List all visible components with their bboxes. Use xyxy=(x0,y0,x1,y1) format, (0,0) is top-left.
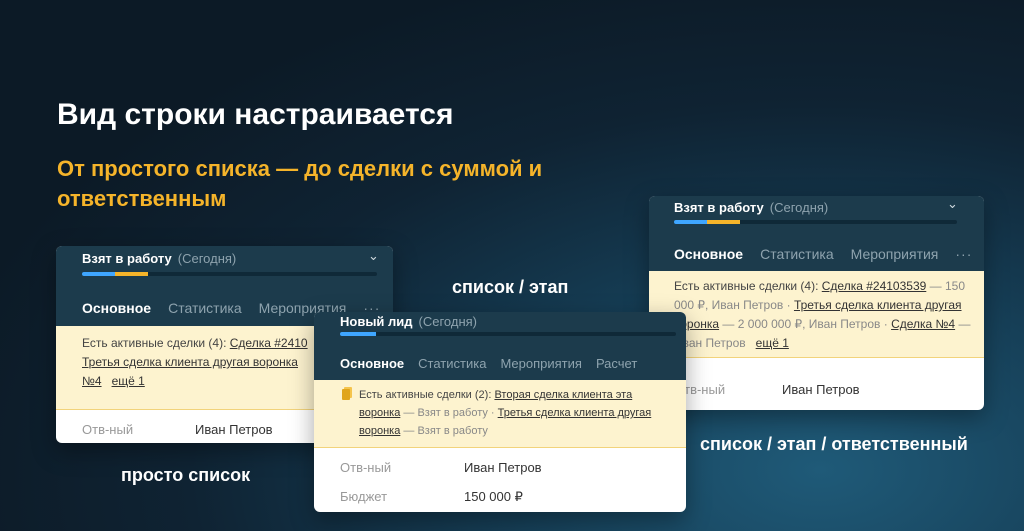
tab-main[interactable]: Основное xyxy=(73,300,160,330)
active-deals-alert: Есть активные сделки (2): Вторая сделка … xyxy=(314,380,686,448)
alert-copy-icon xyxy=(342,389,350,400)
tab-statistics[interactable]: Статистика xyxy=(168,300,242,316)
field-value[interactable]: 150 000 ₽ xyxy=(464,489,523,504)
field-responsible: Отв-ный Иван Петров xyxy=(674,382,860,397)
card-title: Взят в работу (Сегодня) xyxy=(674,200,829,215)
tabs: Основное Статистика Мероприятия ··· xyxy=(665,246,984,276)
more-icon[interactable]: ··· xyxy=(955,246,972,262)
card-title: Взят в работу (Сегодня) xyxy=(82,251,237,266)
card-header: Взят в работу (Сегодня) ⌄ Основное Статис… xyxy=(649,196,984,276)
field-budget: Бюджет 150 000 ₽ xyxy=(340,489,523,505)
active-deals-alert: Есть активные сделки (4): Сделка #241035… xyxy=(649,271,984,358)
tab-main[interactable]: Основное xyxy=(331,356,413,385)
label-full: список / этап / ответственный xyxy=(700,434,968,454)
chevron-down-icon[interactable]: ⌄ xyxy=(947,196,958,212)
tabs: Основное Статистика Мероприятия Расчет xyxy=(331,356,686,385)
field-responsible: Отв-ный Иван Петров xyxy=(340,460,542,475)
deal-link[interactable]: Сделка #24103539 xyxy=(822,279,927,293)
chevron-down-icon[interactable]: ⌄ xyxy=(368,248,379,264)
field-key: Отв-ный xyxy=(674,382,726,397)
field-responsible: Отв-ный Иван Петров xyxy=(82,422,273,437)
deal-link[interactable]: Третья сделка клиента другая воронка xyxy=(82,355,298,369)
tab-events[interactable]: Мероприятия xyxy=(500,356,582,371)
card-header: Новый лид (Сегодня) Основное Статистика М… xyxy=(314,312,686,385)
deal-link[interactable]: Сделка №4 xyxy=(891,317,955,331)
deal-link[interactable]: Сделка #2410 xyxy=(230,336,308,350)
heading: Вид строки настраивается xyxy=(57,98,454,131)
progress-bar xyxy=(674,220,957,224)
alert-text: Есть активные сделки (2): xyxy=(359,389,492,401)
alert-text: Есть активные сделки (4): xyxy=(82,336,227,350)
tab-main[interactable]: Основное xyxy=(665,246,752,276)
tab-statistics[interactable]: Статистика xyxy=(760,246,834,262)
field-value[interactable]: Иван Петров xyxy=(464,460,542,475)
tab-calc[interactable]: Расчет xyxy=(596,356,637,371)
more-deals-link[interactable]: ещё 1 xyxy=(756,336,789,350)
progress-bar xyxy=(340,332,676,336)
deal-link[interactable]: №4 xyxy=(82,374,102,388)
card-full-list: Взят в работу (Сегодня) ⌄ Основное Статис… xyxy=(649,196,984,410)
deal-stage: — Взят в работу · xyxy=(403,407,495,419)
field-value[interactable]: Иван Петров xyxy=(782,382,860,397)
more-deals-link[interactable]: ещё 1 xyxy=(112,374,145,388)
card-title: Новый лид (Сегодня) xyxy=(340,314,478,329)
deal-info: — 2 000 000 ₽, Иван Петров · xyxy=(722,317,888,331)
label-stage: список / этап xyxy=(452,277,569,297)
field-value[interactable]: Иван Петров xyxy=(195,422,273,437)
deal-stage: — Взят в работу xyxy=(403,425,488,437)
subheading: От простого списка — до сделки с суммой … xyxy=(57,156,543,211)
card-stage-list: Новый лид (Сегодня) Основное Статистика М… xyxy=(314,312,686,512)
field-key: Отв-ный xyxy=(340,460,392,475)
field-key: Отв-ный xyxy=(82,422,134,437)
tab-statistics[interactable]: Статистика xyxy=(418,356,486,371)
alert-text: Есть активные сделки (4): xyxy=(674,279,819,293)
field-key: Бюджет xyxy=(340,489,388,504)
progress-bar xyxy=(82,272,377,276)
label-simple: просто список xyxy=(121,465,251,485)
tab-events[interactable]: Мероприятия xyxy=(851,246,939,262)
